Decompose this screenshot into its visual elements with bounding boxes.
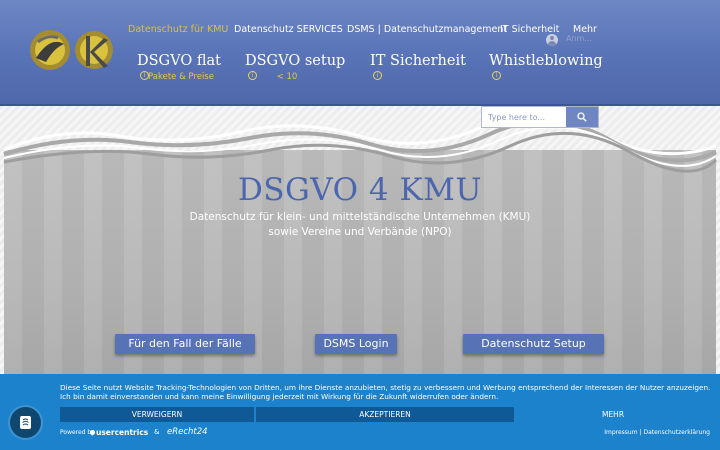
hero-tagline: Datenschutz für klein- und mittelständis… bbox=[0, 210, 720, 240]
search-button[interactable] bbox=[566, 107, 598, 127]
topnav-datenschutz-kmu[interactable]: Datenschutz für KMU bbox=[128, 24, 228, 35]
mainnav-title: IT Sicherheit bbox=[370, 53, 466, 69]
info-icon: i bbox=[492, 71, 501, 80]
mainnav-title: DSGVO flat bbox=[137, 53, 221, 69]
mainnav-title: DSGVO setup bbox=[245, 53, 346, 69]
erecht24-logo[interactable]: eRecht24 bbox=[167, 427, 208, 437]
legal-links: Impressum | Datenschutzerklärung bbox=[604, 429, 710, 436]
hero-section: DSGVO 4 KMU Datenschutz für klein- und m… bbox=[0, 106, 720, 374]
cookie-deny-button[interactable]: VERWEIGERN bbox=[60, 407, 254, 422]
site-header: Datenschutz für KMU Datenschutz SERVICES… bbox=[0, 0, 720, 106]
privacy-settings-button[interactable] bbox=[10, 407, 41, 438]
cookie-consent-banner: Diese Seite nutzt Website Tracking-Techn… bbox=[0, 374, 720, 450]
site-logo[interactable] bbox=[28, 28, 114, 74]
usercentrics-logo[interactable]: usercentrics bbox=[89, 428, 148, 437]
info-icon: i bbox=[373, 71, 382, 80]
datenschutzerklaerung-link[interactable]: Datenschutzerklärung bbox=[643, 429, 710, 436]
ampersand: & bbox=[154, 428, 160, 436]
search-input[interactable] bbox=[482, 107, 570, 127]
hero-title: DSGVO 4 KMU bbox=[237, 172, 483, 208]
cookie-consent-text: Diese Seite nutzt Website Tracking-Techn… bbox=[60, 383, 711, 401]
topnav-datenschutz-services[interactable]: Datenschutz SERVICES bbox=[234, 24, 343, 35]
hero-tagline-line-1: Datenschutz für klein- und mittelständis… bbox=[189, 211, 531, 223]
mainnav-whistleblowing[interactable]: Whistleblowing i bbox=[489, 50, 603, 88]
datenschutz-setup-button[interactable]: Datenschutz Setup bbox=[463, 334, 604, 354]
mainnav-subtitle: Pakete & Preise bbox=[148, 72, 214, 82]
fall-der-faelle-button[interactable]: Für den Fall der Fälle bbox=[115, 334, 255, 354]
login-label: Anm... bbox=[566, 34, 592, 43]
site-search bbox=[481, 106, 599, 128]
user-avatar-icon bbox=[546, 34, 558, 46]
topnav-dsms[interactable]: DSMS | Datenschutzmanagement bbox=[347, 24, 507, 35]
fingerprint-icon bbox=[20, 416, 31, 429]
mainnav-title: Whistleblowing bbox=[489, 53, 603, 69]
cookie-accept-button[interactable]: AKZEPTIEREN bbox=[256, 407, 514, 422]
impressum-link[interactable]: Impressum bbox=[604, 429, 637, 436]
mainnav-it-sicherheit[interactable]: IT Sicherheit i bbox=[370, 50, 466, 88]
link-separator: | bbox=[639, 429, 642, 436]
mainnav-subtitle: < 10 bbox=[276, 72, 298, 82]
mainnav-dsgvo-setup[interactable]: DSGVO setupi < 10 bbox=[245, 50, 345, 88]
dsms-login-button[interactable]: DSMS Login bbox=[315, 334, 397, 354]
cookie-more-button[interactable]: MEHR bbox=[516, 407, 710, 422]
search-icon bbox=[577, 112, 587, 122]
mainnav-dsgvo-flat[interactable]: DSGVO flati Pakete & Preise bbox=[137, 50, 225, 88]
hero-tagline-line-2: sowie Vereine und Verbände (NPO) bbox=[268, 226, 452, 238]
